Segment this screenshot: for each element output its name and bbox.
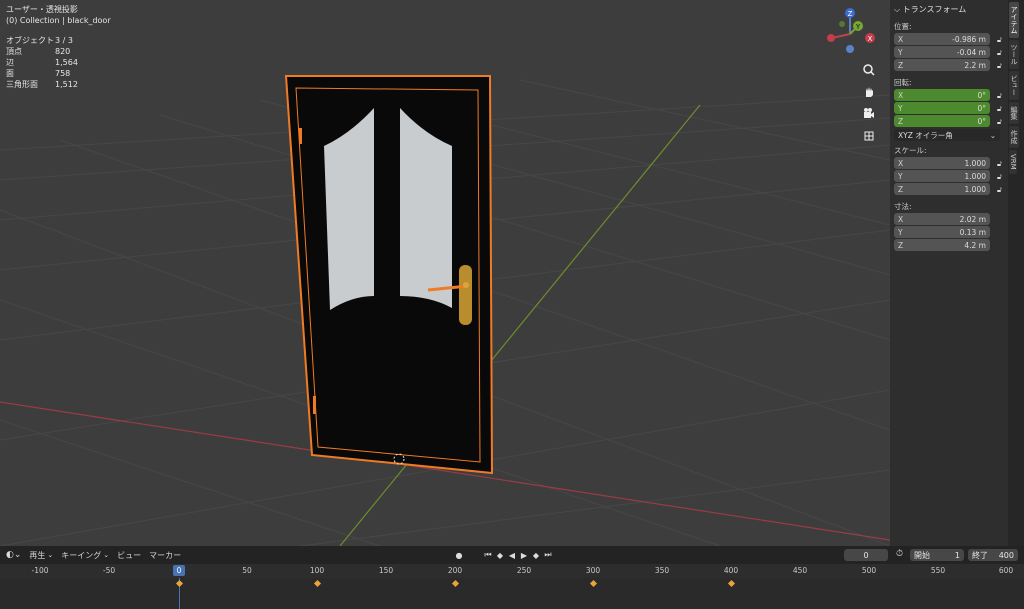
tab-tool[interactable]: ツール (1009, 40, 1019, 69)
frame-ruler[interactable]: -100 -50 0 50 100 150 200 250 300 350 40… (0, 564, 1024, 578)
end-frame-field[interactable]: 終了 400 (968, 549, 1018, 561)
timeline-editor: ◐⌄ 再生 ⌄ キーイング ⌄ ビュー マーカー ● ⏮ ◆ ◀ ▶ ◆ ⏭ 0 ⏱… (0, 546, 1024, 609)
menu-view[interactable]: ビュー (117, 550, 141, 561)
menu-playback[interactable]: 再生 (29, 550, 45, 561)
playback-controls: ⏮ ◆ ◀ ▶ ◆ ⏭ (482, 549, 554, 561)
scale-x-field[interactable]: X 1.000 🔓︎ (894, 157, 1002, 169)
keyframe[interactable] (727, 579, 736, 588)
play-icon[interactable]: ▶ (519, 549, 529, 561)
hand-icon[interactable] (858, 82, 880, 102)
navigation-gizmo[interactable]: Z Y X (822, 6, 882, 62)
scale-y-field[interactable]: Y 1.000 🔓︎ (894, 170, 1002, 182)
ruler-tick: 400 (723, 566, 739, 575)
stat-row: オブジェクト 3 / 3 (6, 36, 73, 45)
ruler-tick: 300 (585, 566, 601, 575)
viewport-grid (0, 75, 890, 546)
ruler-tick: 100 (309, 566, 325, 575)
camera-icon[interactable] (858, 104, 880, 124)
keyframe[interactable] (313, 579, 322, 588)
timeline-header: ◐⌄ 再生 ⌄ キーイング ⌄ ビュー マーカー ● ⏮ ◆ ◀ ▶ ◆ ⏭ 0 ⏱… (0, 546, 1024, 564)
jump-end-icon[interactable]: ⏭ (543, 549, 553, 561)
ruler-tick: 50 (242, 566, 252, 575)
tab-edit[interactable]: 編集 (1009, 102, 1019, 124)
scale-label: スケール: (894, 146, 927, 155)
svg-text:Y: Y (855, 23, 861, 31)
ruler-tick: -50 (102, 566, 116, 575)
lock-icon[interactable]: 🔓︎ (997, 35, 1005, 44)
rotation-mode-dropdown[interactable]: XYZ オイラー角 ⌄ (894, 129, 1000, 141)
next-keyframe-icon[interactable]: ◆ (531, 549, 541, 561)
dimensions-y-field[interactable]: Y 0.13 m (894, 226, 990, 238)
start-frame-field[interactable]: 開始 1 (910, 549, 964, 561)
location-x-field[interactable]: X -0.986 m 🔓︎ (894, 33, 1002, 45)
ruler-tick: 200 (447, 566, 463, 575)
tab-create[interactable]: 作成 (1009, 126, 1019, 148)
3d-viewport[interactable]: ユーザー・透視投影 (0) Collection | black_door オブ… (0, 0, 890, 546)
scale-z-field[interactable]: Z 1.000 🔓︎ (894, 183, 1002, 195)
keyframe-track[interactable] (0, 578, 1024, 609)
record-icon[interactable]: ● (454, 549, 464, 561)
rotation-y-field[interactable]: Y 0° 🔓︎ (894, 102, 1002, 114)
rotation-z-field[interactable]: Z 0° 🔓︎ (894, 115, 1002, 127)
stat-row: 辺 1,564 (6, 58, 78, 67)
lock-icon[interactable]: 🔓︎ (997, 61, 1005, 70)
playhead[interactable]: 0 (173, 565, 185, 576)
lock-icon[interactable]: 🔓︎ (997, 172, 1005, 181)
clock-editor-icon[interactable]: ◐⌄ (6, 550, 21, 560)
ruler-tick: 600 (998, 566, 1014, 575)
location-label: 位置: (894, 22, 912, 31)
svg-text:Z: Z (848, 10, 853, 18)
view-name: ユーザー・透視投影 (6, 5, 78, 14)
stat-row: 頂点 820 (6, 47, 71, 56)
ruler-tick: -100 (31, 566, 49, 575)
rotation-x-field[interactable]: X 0° 🔓︎ (894, 89, 1002, 101)
viewport-stats: ユーザー・透視投影 (0) Collection | black_door オブ… (6, 4, 111, 90)
jump-start-icon[interactable]: ⏮ (483, 549, 493, 561)
lock-icon[interactable]: 🔓︎ (997, 104, 1005, 113)
timer-icon[interactable]: ⏱ (896, 549, 903, 559)
lock-icon[interactable]: 🔓︎ (997, 91, 1005, 100)
svg-text:X: X (868, 35, 873, 43)
tab-vrm[interactable]: VRM (1009, 150, 1017, 174)
dimensions-z-field[interactable]: Z 4.2 m (894, 239, 990, 251)
tab-item[interactable]: アイテム (1009, 2, 1019, 38)
tab-view[interactable]: ビュー (1009, 71, 1019, 100)
ruler-tick: 500 (861, 566, 877, 575)
location-z-field[interactable]: Z 2.2 m 🔓︎ (894, 59, 1002, 71)
chevron-down-icon: ⌄ (989, 130, 996, 140)
keyframe[interactable] (589, 579, 598, 588)
current-frame-field[interactable]: 0 (844, 549, 888, 561)
lock-icon[interactable]: 🔓︎ (997, 185, 1005, 194)
keyframe[interactable] (175, 579, 184, 588)
transform-header[interactable]: ⌵ トランスフォーム (890, 0, 1008, 19)
ruler-tick: 450 (792, 566, 808, 575)
ruler-tick: 150 (378, 566, 394, 575)
lock-icon[interactable]: 🔓︎ (997, 117, 1005, 126)
dimensions-x-field[interactable]: X 2.02 m (894, 213, 990, 225)
grid-icon[interactable] (858, 126, 880, 146)
ruler-tick: 250 (516, 566, 532, 575)
door-object (284, 75, 494, 475)
collection-name: (0) Collection | black_door (6, 16, 111, 25)
lock-icon[interactable]: 🔓︎ (997, 48, 1005, 57)
lock-icon[interactable]: 🔓︎ (997, 159, 1005, 168)
play-reverse-icon[interactable]: ◀ (507, 549, 517, 561)
menu-keying[interactable]: キーイング (61, 550, 101, 561)
ruler-tick: 550 (930, 566, 946, 575)
viewport-nav-tools (858, 60, 880, 148)
location-y-field[interactable]: Y -0.04 m 🔓︎ (894, 46, 1002, 58)
stat-row: 面 758 (6, 69, 71, 78)
stat-row: 三角形面 1,512 (6, 80, 78, 89)
zoom-icon[interactable] (858, 60, 880, 80)
rotation-label: 回転: (894, 78, 912, 87)
sidebar-panel: ⌵ トランスフォーム 位置: X -0.986 m 🔓︎ Y -0.04 m 🔓︎ Z2… (890, 0, 1008, 546)
prev-keyframe-icon[interactable]: ◆ (495, 549, 505, 561)
menu-marker[interactable]: マーカー (149, 550, 181, 561)
sidebar-tabs: アイテム ツール ビュー 編集 作成 VRM (1008, 0, 1024, 546)
keyframe[interactable] (451, 579, 460, 588)
dimensions-label: 寸法: (894, 202, 912, 211)
ruler-tick: 350 (654, 566, 670, 575)
